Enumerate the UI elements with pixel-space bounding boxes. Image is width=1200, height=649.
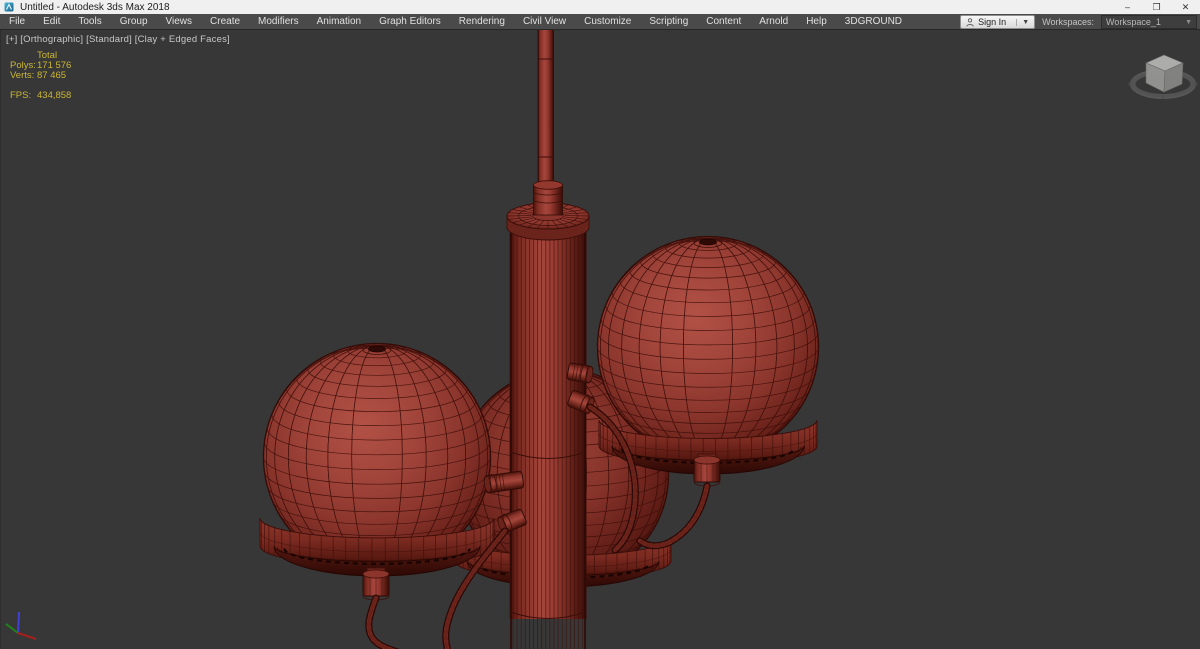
menu-item-3dground[interactable]: 3DGROUND <box>836 14 911 29</box>
sign-in-button[interactable]: Sign In ▼ <box>960 15 1036 29</box>
menu-item-content[interactable]: Content <box>697 14 750 29</box>
menu-item-scripting[interactable]: Scripting <box>640 14 697 29</box>
titlebar: Untitled - Autodesk 3ds Max 2018 – ❐ ✕ <box>0 0 1200 14</box>
workspace-selected: Workspace_1 <box>1106 17 1161 27</box>
viewport-statistics: Total Polys: 171 576 Verts: 87 465 FPS: 434… <box>10 51 71 101</box>
shade-bottom-fitting <box>693 453 721 487</box>
menu-item-tools[interactable]: Tools <box>69 14 110 29</box>
menu-item-rendering[interactable]: Rendering <box>450 14 514 29</box>
stats-fps-value: 434,858 <box>37 90 72 101</box>
menu-item-modifiers[interactable]: Modifiers <box>249 14 308 29</box>
menu-items: File Edit Tools Group Views Create Modifiers An… <box>0 14 911 29</box>
sphere-shade-right <box>596 235 820 459</box>
cord-left-shade <box>365 594 400 649</box>
menu-item-group[interactable]: Group <box>111 14 157 29</box>
window-title: Untitled - Autodesk 3ds Max 2018 <box>20 1 170 13</box>
sign-in-caret-icon: ▼ <box>1016 18 1029 26</box>
restore-button[interactable]: ❐ <box>1142 0 1171 14</box>
workspaces-label: Workspaces: <box>1042 17 1094 27</box>
stats-fps-label: FPS: <box>10 90 32 101</box>
menu-item-arnold[interactable]: Arnold <box>750 14 797 29</box>
viewport[interactable]: [+] [Orthographic] [Standard] [Clay + Ed… <box>0 30 1200 649</box>
stats-verts-label: Verts: <box>10 70 35 81</box>
menubar-right: Sign In ▼ Workspaces: Workspace_1 ▼ <box>960 15 1197 29</box>
menu-item-file[interactable]: File <box>0 14 34 29</box>
minimize-button[interactable]: – <box>1113 0 1142 14</box>
world-axis-gizmo <box>5 611 37 640</box>
close-button[interactable]: ✕ <box>1171 0 1200 14</box>
viewport-3d-scene[interactable] <box>0 30 1200 649</box>
workspace-dropdown[interactable]: Workspace_1 ▼ <box>1101 15 1197 29</box>
user-icon <box>966 17 974 27</box>
menu-item-help[interactable]: Help <box>797 14 836 29</box>
viewport-shading-label[interactable]: [+] [Orthographic] [Standard] [Clay + Ed… <box>6 34 230 45</box>
menu-item-edit[interactable]: Edit <box>34 14 69 29</box>
menu-item-views[interactable]: Views <box>157 14 202 29</box>
menu-item-civil-view[interactable]: Civil View <box>514 14 575 29</box>
menubar: File Edit Tools Group Views Create Modifiers An… <box>0 14 1200 30</box>
center-pole <box>506 30 590 649</box>
menu-item-animation[interactable]: Animation <box>308 14 370 29</box>
menu-item-create[interactable]: Create <box>201 14 249 29</box>
app-window: Untitled - Autodesk 3ds Max 2018 – ❐ ✕ F… <box>0 0 1200 649</box>
sign-in-label: Sign In <box>978 17 1007 27</box>
3ds-max-logo-icon <box>4 2 14 12</box>
viewcube[interactable] <box>1128 54 1198 99</box>
workspace-caret-icon: ▼ <box>1185 18 1192 26</box>
stats-verts-value: 87 465 <box>37 70 67 81</box>
hanging-rod <box>537 30 554 188</box>
menu-item-graph-editors[interactable]: Graph Editors <box>370 14 450 29</box>
menu-item-customize[interactable]: Customize <box>575 14 640 29</box>
window-controls: – ❐ ✕ <box>1113 0 1200 14</box>
